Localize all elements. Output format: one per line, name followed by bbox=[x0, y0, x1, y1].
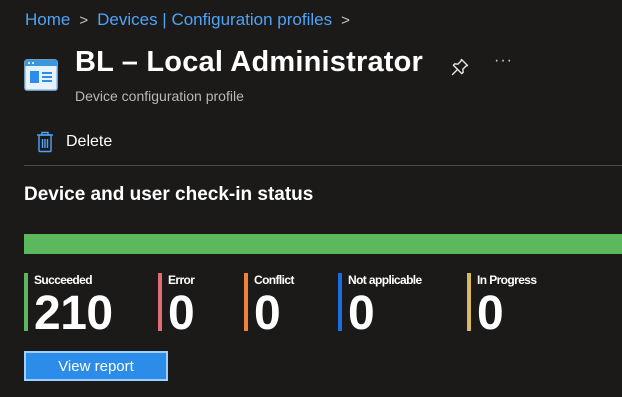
chevron-right-icon: > bbox=[79, 11, 89, 29]
stat-color-stripe bbox=[24, 273, 28, 331]
breadcrumb-configuration-profiles-link[interactable]: Devices | Configuration profiles bbox=[97, 10, 332, 30]
breadcrumb-home-link[interactable]: Home bbox=[25, 10, 70, 30]
stat-value: 210 bbox=[34, 287, 113, 340]
stat-label: Succeeded bbox=[34, 273, 93, 287]
stat-in-progress: In Progress 0 bbox=[467, 273, 537, 338]
trash-icon bbox=[37, 131, 53, 153]
stat-value: 0 bbox=[477, 287, 504, 340]
stat-label: Not applicable bbox=[348, 273, 422, 287]
toolbar-divider bbox=[24, 165, 622, 166]
delete-button-label: Delete bbox=[66, 133, 113, 150]
page-subtitle: Device configuration profile bbox=[75, 88, 244, 104]
chevron-right-icon: > bbox=[341, 11, 350, 29]
stat-color-stripe bbox=[158, 273, 162, 331]
view-report-label: View report bbox=[58, 357, 134, 375]
stat-label: In Progress bbox=[477, 273, 537, 287]
stat-color-stripe bbox=[244, 273, 248, 331]
stat-value: 0 bbox=[254, 287, 281, 340]
breadcrumb: Home > Devices | Configuration profiles … bbox=[25, 10, 359, 30]
stat-label: Error bbox=[168, 273, 195, 287]
stat-not-applicable: Not applicable 0 bbox=[338, 273, 422, 338]
stat-label: Conflict bbox=[254, 273, 294, 287]
status-bar-succeeded-fill bbox=[24, 234, 622, 254]
stat-color-stripe bbox=[338, 273, 342, 331]
stat-error: Error 0 bbox=[158, 273, 195, 338]
delete-button[interactable]: Delete bbox=[36, 131, 112, 153]
stat-value: 0 bbox=[168, 287, 195, 340]
configuration-profile-icon bbox=[24, 59, 58, 91]
page-title: BL – Local Administrator bbox=[75, 46, 424, 78]
stat-conflict: Conflict 0 bbox=[244, 273, 294, 338]
stat-succeeded: Succeeded 210 bbox=[24, 273, 113, 338]
check-in-status-heading: Device and user check-in status bbox=[24, 184, 314, 205]
check-in-status-bar bbox=[24, 234, 622, 254]
stat-color-stripe bbox=[467, 273, 471, 331]
stat-value: 0 bbox=[348, 287, 375, 340]
more-options-icon[interactable]: ··· bbox=[494, 52, 513, 70]
pin-icon[interactable] bbox=[450, 57, 470, 77]
view-report-button[interactable]: View report bbox=[24, 351, 168, 381]
